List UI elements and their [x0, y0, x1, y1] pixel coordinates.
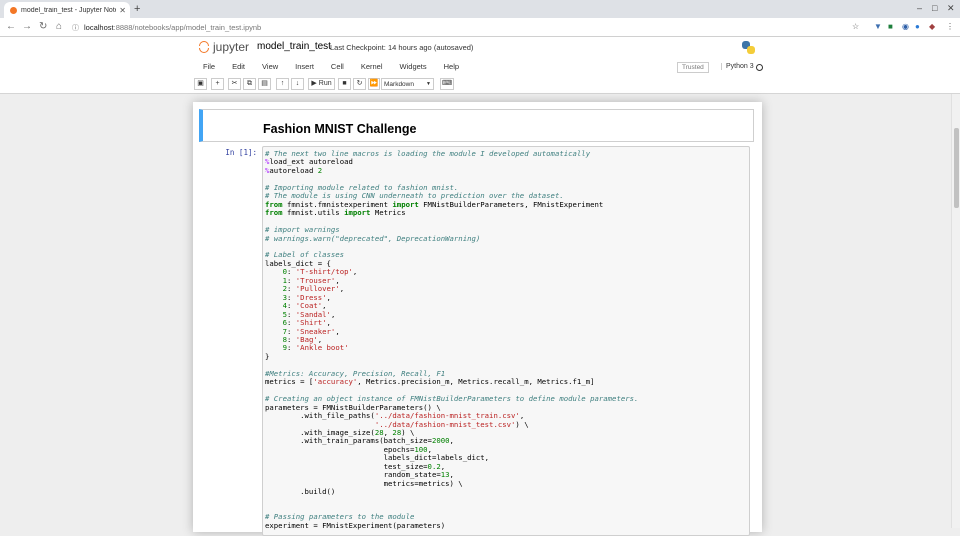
restart-run-all-icon[interactable]: ⏩ [368, 78, 380, 90]
new-tab-button[interactable]: + [134, 3, 140, 15]
insert-cell-below-icon[interactable]: + [211, 78, 224, 90]
copy-icon[interactable]: ⧉ [243, 78, 256, 90]
reload-icon[interactable]: ↻ [39, 21, 47, 33]
markdown-heading: Fashion MNIST Challenge [263, 122, 417, 136]
browser-tab-title: model_train_test - Jupyter Note [21, 6, 117, 14]
extension-icon[interactable]: ▼ [874, 22, 882, 32]
notebook-name[interactable]: model_train_test [257, 41, 331, 52]
menu-insert[interactable]: Insert [285, 62, 321, 71]
url-field[interactable]: ⓘ localhost :8888/notebooks/app/model_tr… [72, 20, 872, 35]
checkpoint-status: Last Checkpoint: 14 hours ago (autosaved… [330, 43, 474, 52]
run-button[interactable]: ▶ Run [308, 78, 335, 90]
kernel-status-icon [756, 64, 763, 71]
menu-view[interactable]: View [252, 62, 285, 71]
cell-type-value: Markdown [384, 80, 414, 88]
jupyter-logo[interactable]: jupyter [198, 40, 249, 54]
code-cell-input[interactable]: # The next two line macros is loading th… [262, 146, 750, 536]
home-icon[interactable]: ⌂ [56, 21, 62, 33]
notebook-container: Fashion MNIST Challenge In [1]: # The ne… [193, 102, 762, 536]
jupyter-favicon-icon [10, 6, 17, 14]
interrupt-kernel-icon[interactable]: ■ [338, 78, 351, 90]
save-icon[interactable]: ▣ [194, 78, 207, 90]
extension-icon[interactable]: ◆ [929, 22, 935, 32]
notebook-toolbar: ▣ + ✂ ⧉ ▤ ↑ ↓ ▶ Run ■ ↻ ⏩ Markdown ▼ ⌨ [194, 78, 794, 90]
jupyter-logo-icon [198, 40, 210, 54]
menu-edit[interactable]: Edit [222, 62, 252, 71]
menu-widgets[interactable]: Widgets [390, 62, 434, 71]
move-up-icon[interactable]: ↑ [276, 78, 289, 90]
url-path: :8888/notebooks/app/model_train_test.ipy… [113, 23, 262, 32]
command-palette-icon[interactable]: ⌨ [440, 78, 454, 90]
url-host: localhost [84, 23, 114, 32]
browser-menu-icon[interactable]: ⋮ [946, 22, 954, 32]
close-tab-icon[interactable]: ✕ [119, 6, 126, 15]
chevron-down-icon: ▼ [426, 81, 431, 87]
code-content: # The next two line macros is loading th… [265, 149, 639, 530]
forward-icon[interactable]: → [22, 21, 32, 33]
browser-tab[interactable]: model_train_test - Jupyter Note ✕ [4, 2, 130, 18]
maximize-icon[interactable]: □ [932, 3, 937, 13]
menu-kernel[interactable]: Kernel [351, 62, 390, 71]
markdown-cell[interactable]: Fashion MNIST Challenge [199, 109, 754, 142]
jupyter-logo-text: jupyter [213, 40, 250, 54]
jupyter-header: jupyter model_train_test Last Checkpoint… [0, 37, 960, 94]
browser-tab-strip: model_train_test - Jupyter Note ✕ + – □ … [0, 0, 960, 18]
restart-kernel-icon[interactable]: ↻ [353, 78, 366, 90]
paste-icon[interactable]: ▤ [258, 78, 271, 90]
address-bar: ← → ↻ ⌂ ⓘ localhost :8888/notebooks/app/… [0, 18, 960, 37]
page-scrollbar[interactable] [951, 94, 960, 528]
back-icon[interactable]: ← [6, 21, 16, 33]
run-label: Run [318, 80, 332, 87]
cell-type-select[interactable]: Markdown ▼ [381, 78, 434, 90]
menu-help[interactable]: Help [434, 62, 466, 71]
close-window-icon[interactable]: ✕ [947, 3, 955, 14]
run-icon: ▶ [311, 80, 317, 87]
scrollbar-thumb[interactable] [954, 128, 959, 208]
extension-icon[interactable]: ● [915, 22, 920, 32]
python-logo-icon [742, 41, 755, 54]
site-info-icon[interactable]: ⓘ [72, 23, 79, 33]
kernel-name[interactable]: Python 3 [721, 63, 754, 70]
cell-prompt: In [1]: [225, 148, 257, 157]
bookmark-star-icon[interactable]: ☆ [852, 22, 859, 32]
move-down-icon[interactable]: ↓ [291, 78, 304, 90]
menu-cell[interactable]: Cell [321, 62, 351, 71]
extension-icon[interactable]: ■ [888, 22, 893, 32]
cut-icon[interactable]: ✂ [228, 78, 241, 90]
minimize-icon[interactable]: – [917, 3, 922, 13]
extension-icon[interactable]: ◉ [902, 22, 909, 32]
trusted-indicator[interactable]: Trusted [677, 62, 709, 73]
menu-file[interactable]: File [193, 62, 222, 71]
